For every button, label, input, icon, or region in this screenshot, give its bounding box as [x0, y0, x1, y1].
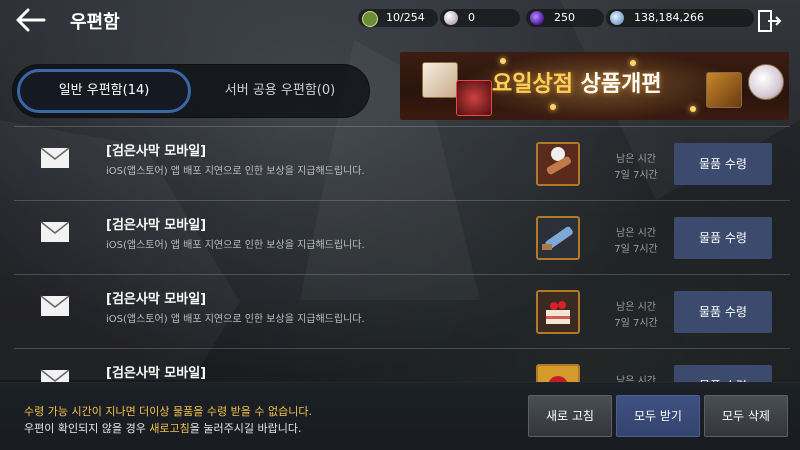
mail-message: iOS(앱스토어) 앱 배포 지연으로 인한 보상을 지급해드립니다.: [106, 314, 365, 325]
top-bar: 우편함 10/254 0 250 138,184,266: [0, 0, 800, 40]
receive-item-button[interactable]: 물품 수령: [674, 143, 772, 185]
cake-icon: [538, 292, 578, 332]
silver-value: 138,184,266: [634, 11, 704, 24]
mail-message: iOS(앱스토어) 앱 배포 지연으로 인한 보상을 지급해드립니다.: [106, 166, 365, 177]
mail-row[interactable]: [검은사막 모바일] 남은 시간 물품 수령: [14, 348, 790, 382]
banner-text-white: 상품개편: [580, 72, 662, 97]
back-arrow-icon: [16, 8, 46, 32]
delete-all-button[interactable]: 모두 삭제: [704, 395, 788, 437]
reward-item-thumbnail: [536, 290, 580, 334]
mail-sender: [검은사막 모바일]: [106, 292, 207, 307]
gem-counter: 250: [526, 9, 604, 27]
receive-item-button[interactable]: 물품 수령: [674, 217, 772, 259]
refresh-button[interactable]: 새로 고침: [528, 395, 612, 437]
shop-banner[interactable]: 요일상점 상품개편: [400, 52, 789, 120]
reward-item-thumbnail: [536, 216, 580, 260]
remaining-time-value: 7일 7시간: [614, 170, 658, 181]
mail-sender: [검은사막 모바일]: [106, 144, 207, 159]
envelope-icon: [40, 295, 70, 316]
mail-row[interactable]: [검은사막 모바일] iOS(앱스토어) 앱 배포 지연으로 인한 보상을 지급…: [14, 126, 790, 201]
refresh-notice-highlight: 새로고침: [149, 422, 190, 435]
refresh-notice-post: 을 눌러주시길 바랍니다.: [189, 422, 302, 435]
mail-list[interactable]: [검은사막 모바일] iOS(앱스토어) 앱 배포 지연으로 인한 보상을 지급…: [0, 126, 800, 382]
bag-icon: [362, 11, 378, 27]
reward-item-thumbnail: [536, 364, 580, 382]
blue-scroll-icon: [538, 218, 578, 258]
mail-row[interactable]: [검은사막 모바일] iOS(앱스토어) 앱 배포 지연으로 인한 보상을 지급…: [14, 200, 790, 275]
treasure-chest-icon: [706, 72, 742, 108]
refresh-notice: 우편이 확인되지 않을 경우 새로고침을 눌러주시길 바랍니다.: [24, 420, 302, 436]
page-title: 우편함: [70, 12, 120, 33]
silver-counter: 138,184,266: [606, 9, 754, 27]
exit-button[interactable]: [756, 8, 782, 34]
light-bulb-icon: [550, 104, 556, 110]
mailbox-tabs: 일반 우편함(14) 서버 공용 우편함(0): [12, 64, 370, 118]
gem-value: 250: [554, 11, 575, 24]
remaining-time-label: 남은 시간: [616, 376, 656, 382]
receive-item-button[interactable]: 물품 수령: [674, 365, 772, 382]
mail-sender: [검은사막 모바일]: [106, 218, 207, 233]
reward-item-thumbnail: [536, 142, 580, 186]
exit-door-icon: [758, 10, 782, 32]
remaining-time-label: 남은 시간: [616, 228, 656, 239]
remaining-time-value: 7일 7시간: [614, 318, 658, 329]
receive-item-button[interactable]: 물품 수령: [674, 291, 772, 333]
scroll-item-icon: [422, 62, 458, 98]
expiry-notice: 수령 가능 시간이 지나면 더이상 물품을 수령 받을 수 없습니다.: [24, 405, 312, 418]
remaining-time-value: 7일 7시간: [614, 244, 658, 255]
inventory-counter: 10/254: [358, 9, 438, 27]
banner-text: 요일상점 상품개편: [492, 66, 662, 98]
banner-text-gold: 요일상점: [492, 72, 573, 97]
footer-bar: 수령 가능 시간이 지나면 더이상 물품을 수령 받을 수 없습니다. 우편이 …: [0, 382, 800, 450]
remaining-time-label: 남은 시간: [616, 302, 656, 313]
refresh-notice-pre: 우편이 확인되지 않을 경우: [24, 422, 150, 435]
remaining-time-label: 남은 시간: [616, 154, 656, 165]
back-button[interactable]: [12, 6, 48, 34]
envelope-icon: [40, 369, 70, 382]
pearl-counter: 0: [440, 9, 520, 27]
scroll-icon: [538, 144, 578, 184]
gem-icon: [530, 11, 544, 25]
pearl-icon: [444, 11, 458, 25]
mail-sender: [검은사막 모바일]: [106, 366, 207, 381]
light-bulb-icon: [690, 106, 696, 112]
crystal-item-icon: [456, 80, 492, 116]
tab-general-mailbox[interactable]: 일반 우편함(14): [17, 69, 191, 113]
tab-server-mailbox[interactable]: 서버 공용 우편함(0): [193, 69, 367, 113]
light-bulb-icon: [500, 58, 506, 64]
pearl-value: 0: [468, 11, 475, 24]
inventory-value: 10/254: [386, 11, 425, 24]
receive-all-button[interactable]: 모두 받기: [616, 395, 700, 437]
silver-icon: [610, 11, 624, 25]
mail-message: iOS(앱스토어) 앱 배포 지연으로 인한 보상을 지급해드립니다.: [106, 240, 365, 251]
mail-row[interactable]: [검은사막 모바일] iOS(앱스토어) 앱 배포 지연으로 인한 보상을 지급…: [14, 274, 790, 349]
envelope-icon: [40, 147, 70, 168]
pearl-item-icon: [748, 64, 784, 100]
flower-icon: [538, 366, 578, 382]
envelope-icon: [40, 221, 70, 242]
